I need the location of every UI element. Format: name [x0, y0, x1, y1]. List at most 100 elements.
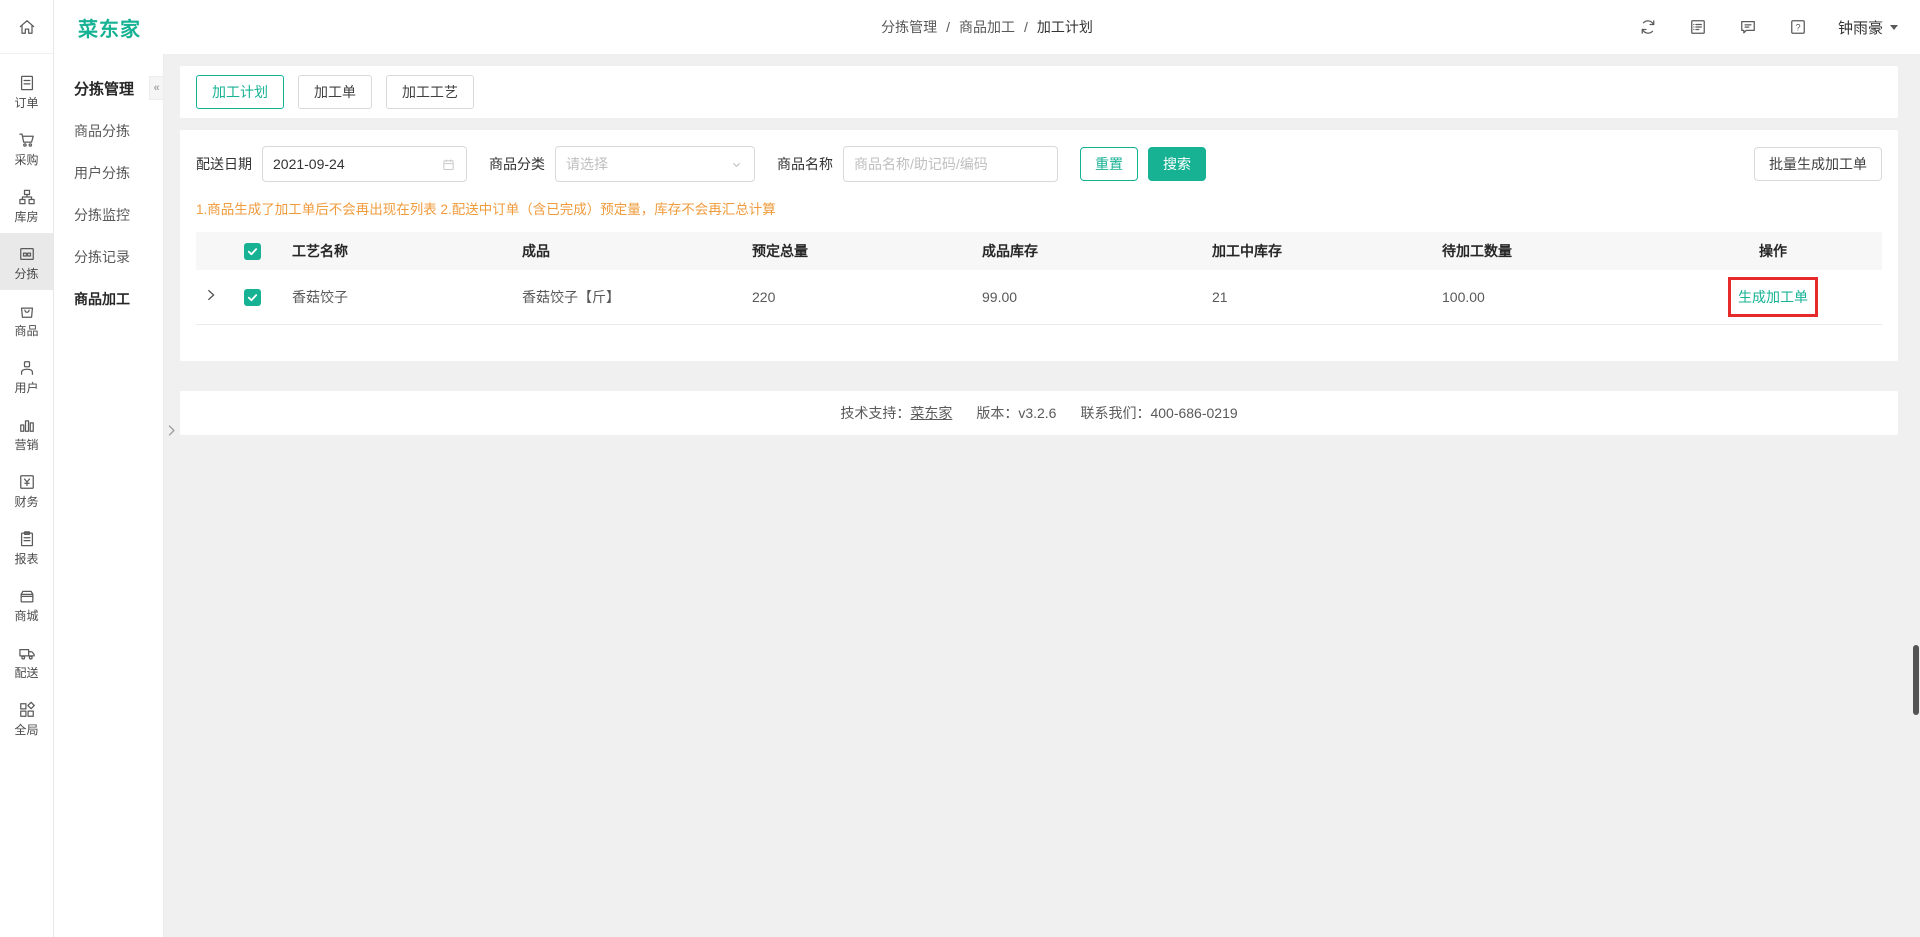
chevron-right-icon — [165, 424, 178, 437]
table-header-row: 工艺名称 成品 预定总量 成品库存 加工中库存 待加工数量 操作 — [196, 232, 1882, 270]
submenu-item-sorting-records[interactable]: 分拣记录 — [54, 236, 163, 278]
clipboard-icon — [17, 529, 37, 549]
rail-label: 财务 — [14, 496, 38, 508]
breadcrumb-item[interactable]: 分拣管理 — [881, 17, 937, 37]
select-all-checkbox[interactable] — [244, 243, 261, 260]
collapse-sidebar-icon[interactable]: « — [149, 76, 163, 100]
tab-processing-plan[interactable]: 加工计划 — [196, 75, 284, 109]
rail-item-reports[interactable]: 报表 — [0, 518, 53, 575]
rail-label: 营销 — [14, 439, 38, 451]
username: 钟雨豪 — [1838, 17, 1883, 38]
product-name-input[interactable] — [844, 147, 1057, 181]
rail-label: 配送 — [14, 667, 38, 679]
storebox-icon — [17, 586, 37, 606]
rail-item-mall[interactable]: 商城 — [0, 575, 53, 632]
tab-processing-order[interactable]: 加工单 — [298, 75, 372, 109]
column-header-actions: 操作 — [1664, 232, 1882, 270]
search-button[interactable]: 搜索 — [1148, 147, 1206, 181]
column-header: 工艺名称 — [284, 232, 514, 270]
name-filter-label: 商品名称 — [777, 154, 833, 174]
reset-button[interactable]: 重置 — [1080, 147, 1138, 181]
chevron-down-icon — [1890, 25, 1898, 34]
rail-item-home[interactable] — [0, 0, 53, 54]
rail-label: 分拣 — [14, 268, 38, 280]
vertical-scrollbar-thumb[interactable] — [1913, 645, 1919, 715]
product-name-field — [843, 146, 1058, 182]
breadcrumb: 分拣管理 / 商品加工 / 加工计划 — [881, 17, 1093, 37]
rail-item-global[interactable]: 全局 — [0, 689, 53, 746]
brand-logo: 菜东家 — [54, 13, 164, 42]
annotation-highlight-box: 生成加工单 — [1728, 277, 1818, 317]
rail-item-warehouse[interactable]: 库房 — [0, 176, 53, 233]
rail-item-delivery[interactable]: 配送 — [0, 632, 53, 689]
column-header: 成品库存 — [974, 232, 1204, 270]
cell-pending-qty: 100.00 — [1434, 270, 1664, 324]
user-menu[interactable]: 钟雨豪 — [1838, 17, 1898, 38]
category-select[interactable]: 请选择 — [555, 146, 755, 182]
batch-generate-button[interactable]: 批量生成加工单 — [1754, 147, 1882, 181]
column-header: 待加工数量 — [1434, 232, 1664, 270]
tasklist-icon[interactable] — [1688, 17, 1708, 37]
checkbox-cell — [236, 270, 284, 324]
submenu-item-sorting-monitor[interactable]: 分拣监控 — [54, 194, 163, 236]
help-icon[interactable]: ? — [1788, 17, 1808, 37]
rail-item-orders[interactable]: 订单 — [0, 62, 53, 119]
expand-cell — [196, 270, 236, 324]
submenu-title: 分拣管理 — [74, 78, 134, 99]
cart-icon — [17, 130, 37, 150]
category-placeholder: 请选择 — [566, 154, 729, 174]
column-header: 加工中库存 — [1204, 232, 1434, 270]
refresh-icon[interactable] — [1638, 17, 1658, 37]
header-expand-cell — [196, 232, 236, 270]
rail-item-finance[interactable]: 财务 — [0, 461, 53, 518]
sidebar-expand-toggle[interactable] — [163, 415, 179, 445]
contact-label: 联系我们： — [1080, 403, 1150, 423]
topbar: 菜东家 分拣管理 / 商品加工 / 加工计划 ? — [54, 0, 1920, 54]
footer-bar: 技术支持： 菜东家 版本： v3.2.6 联系我们： 400-686-0219 — [180, 391, 1898, 435]
shopping-bag-icon — [17, 301, 37, 321]
rail-item-purchase[interactable]: 采购 — [0, 119, 53, 176]
rail-label: 商城 — [14, 610, 38, 622]
home-icon — [17, 17, 37, 37]
calendar-icon — [441, 157, 456, 172]
breadcrumb-separator: / — [946, 19, 950, 35]
rail-label: 报表 — [14, 553, 38, 565]
submenu-item-user-sorting[interactable]: 用户分拣 — [54, 152, 163, 194]
table-row: 香菇饺子 香菇饺子【斤】 220 99.00 21 100.00 生成加工单 — [196, 270, 1882, 324]
breadcrumb-item[interactable]: 商品加工 — [959, 17, 1015, 37]
row-checkbox[interactable] — [244, 289, 261, 306]
rail-nav: 订单 采购 库房 分拣 — [0, 54, 53, 746]
header-checkbox-cell — [236, 232, 284, 270]
version-value: v3.2.6 — [1018, 405, 1056, 421]
rail-item-users[interactable]: 用户 — [0, 347, 53, 404]
expand-row-icon[interactable] — [204, 288, 218, 302]
version-label: 版本： — [976, 403, 1018, 423]
cell-finished-stock: 99.00 — [974, 270, 1204, 324]
message-icon[interactable] — [1738, 17, 1758, 37]
support-link[interactable]: 菜东家 — [910, 403, 952, 423]
rail-item-sorting[interactable]: 分拣 — [0, 233, 53, 290]
rail-item-marketing[interactable]: 营销 — [0, 404, 53, 461]
tab-processing-craft[interactable]: 加工工艺 — [386, 75, 474, 109]
truck-icon — [17, 643, 37, 663]
submenu-item-product-processing[interactable]: 商品加工 — [54, 278, 163, 320]
content-area: 加工计划 加工单 加工工艺 配送日期 2021-09-24 商品分类 — [164, 54, 1920, 937]
submenu-title-row: 分拣管理 « — [54, 68, 163, 110]
svg-text:?: ? — [1795, 22, 1800, 32]
filter-row: 配送日期 2021-09-24 商品分类 请选择 — [196, 146, 1882, 182]
topbar-actions: ? 钟雨豪 — [1638, 17, 1920, 38]
submenu-item-product-sorting[interactable]: 商品分拣 — [54, 110, 163, 152]
user-icon — [17, 358, 37, 378]
chevron-down-icon — [729, 157, 744, 172]
processing-plan-table: 工艺名称 成品 预定总量 成品库存 加工中库存 待加工数量 操作 — [196, 232, 1882, 325]
rail-label: 用户 — [14, 382, 38, 394]
rail-item-goods[interactable]: 商品 — [0, 290, 53, 347]
column-header: 预定总量 — [744, 232, 974, 270]
breadcrumb-item-current: 加工计划 — [1037, 17, 1093, 37]
rail-label: 商品 — [14, 325, 38, 337]
generate-processing-order-link[interactable]: 生成加工单 — [1738, 289, 1808, 305]
cell-actions: 生成加工单 — [1664, 270, 1882, 324]
delivery-date-input[interactable]: 2021-09-24 — [262, 146, 467, 182]
column-header: 成品 — [514, 232, 744, 270]
date-filter-label: 配送日期 — [196, 154, 252, 174]
